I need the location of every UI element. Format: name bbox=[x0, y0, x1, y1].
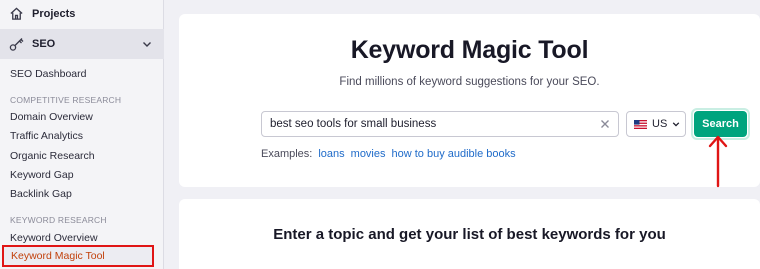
sidebar-item-label: Projects bbox=[32, 7, 76, 20]
red-arrow-icon bbox=[708, 135, 728, 188]
sidebar-item-organic-research[interactable]: Organic Research bbox=[10, 150, 95, 162]
chevron-down-icon bbox=[673, 122, 680, 127]
sidebar-item-keyword-gap[interactable]: Keyword Gap bbox=[10, 169, 74, 181]
sidebar-item-seo-dashboard[interactable]: SEO Dashboard bbox=[10, 68, 86, 80]
example-link-movies[interactable]: movies bbox=[351, 148, 386, 160]
sidebar: Projects SEO SEO Dashboard COMPETITIVE R… bbox=[0, 0, 164, 269]
chevron-down-icon[interactable] bbox=[142, 39, 152, 49]
close-icon[interactable] bbox=[600, 119, 610, 129]
page-title: Keyword Magic Tool bbox=[350, 36, 589, 64]
keyword-list-card: Enter a topic and get your list of best … bbox=[179, 199, 760, 269]
example-link-loans[interactable]: loans bbox=[318, 148, 344, 160]
sidebar-item-domain-overview[interactable]: Domain Overview bbox=[10, 111, 93, 123]
country-select[interactable]: US bbox=[626, 111, 686, 137]
sidebar-item-label: SEO bbox=[32, 38, 56, 50]
sidebar-item-backlink-gap[interactable]: Backlink Gap bbox=[10, 188, 72, 200]
page-subtitle: Find millions of keyword suggestions for… bbox=[339, 76, 600, 88]
keyword-search-input[interactable] bbox=[270, 118, 590, 130]
sidebar-section-competitive: COMPETITIVE RESEARCH bbox=[10, 95, 122, 105]
sidebar-item-label: Keyword Magic Tool bbox=[11, 250, 105, 262]
sidebar-item-keyword-magic-tool[interactable]: Keyword Magic Tool bbox=[2, 245, 154, 267]
us-flag-icon bbox=[634, 119, 647, 129]
sidebar-item-seo[interactable]: SEO bbox=[0, 29, 164, 59]
examples-row: Examples: loans movies how to buy audible b… bbox=[261, 148, 516, 160]
country-code: US bbox=[652, 118, 668, 130]
home-icon bbox=[10, 7, 23, 20]
example-link-audible[interactable]: how to buy audible books bbox=[392, 148, 516, 160]
section-title: Enter a topic and get your list of best … bbox=[273, 226, 666, 243]
seo-key-icon bbox=[9, 38, 24, 51]
sidebar-item-traffic-analytics[interactable]: Traffic Analytics bbox=[10, 130, 83, 142]
examples-label: Examples: bbox=[261, 148, 313, 160]
sidebar-section-keyword-research: KEYWORD RESEARCH bbox=[10, 215, 107, 225]
sidebar-item-keyword-overview[interactable]: Keyword Overview bbox=[10, 232, 98, 244]
sidebar-item-projects[interactable]: Projects bbox=[0, 0, 164, 27]
keyword-search-card: Keyword Magic Tool Find millions of keyw… bbox=[179, 14, 760, 187]
keyword-search-box[interactable] bbox=[261, 111, 619, 137]
